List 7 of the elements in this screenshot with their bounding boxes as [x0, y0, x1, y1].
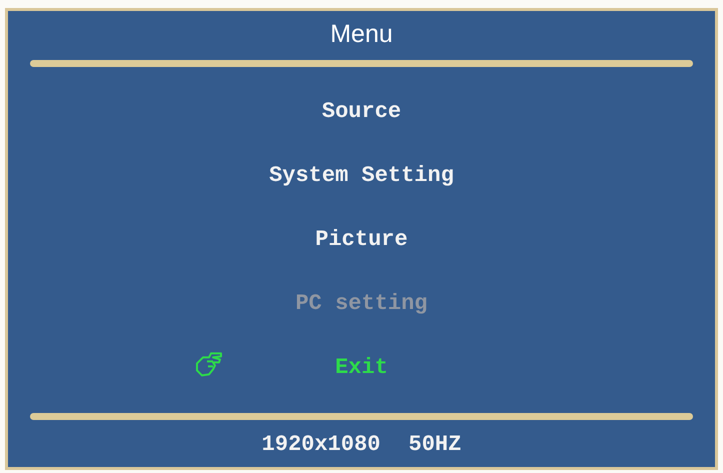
refresh-rate-text: 50HZ: [408, 432, 462, 457]
menu-item[interactable]: Source: [322, 98, 402, 124]
resolution-text: 1920x1080: [262, 432, 380, 457]
menu-item[interactable]: System Setting: [269, 162, 454, 188]
menu-item[interactable]: Picture: [315, 226, 408, 252]
menu-item[interactable]: Exit: [335, 354, 388, 380]
window-title: Menu: [330, 19, 393, 49]
